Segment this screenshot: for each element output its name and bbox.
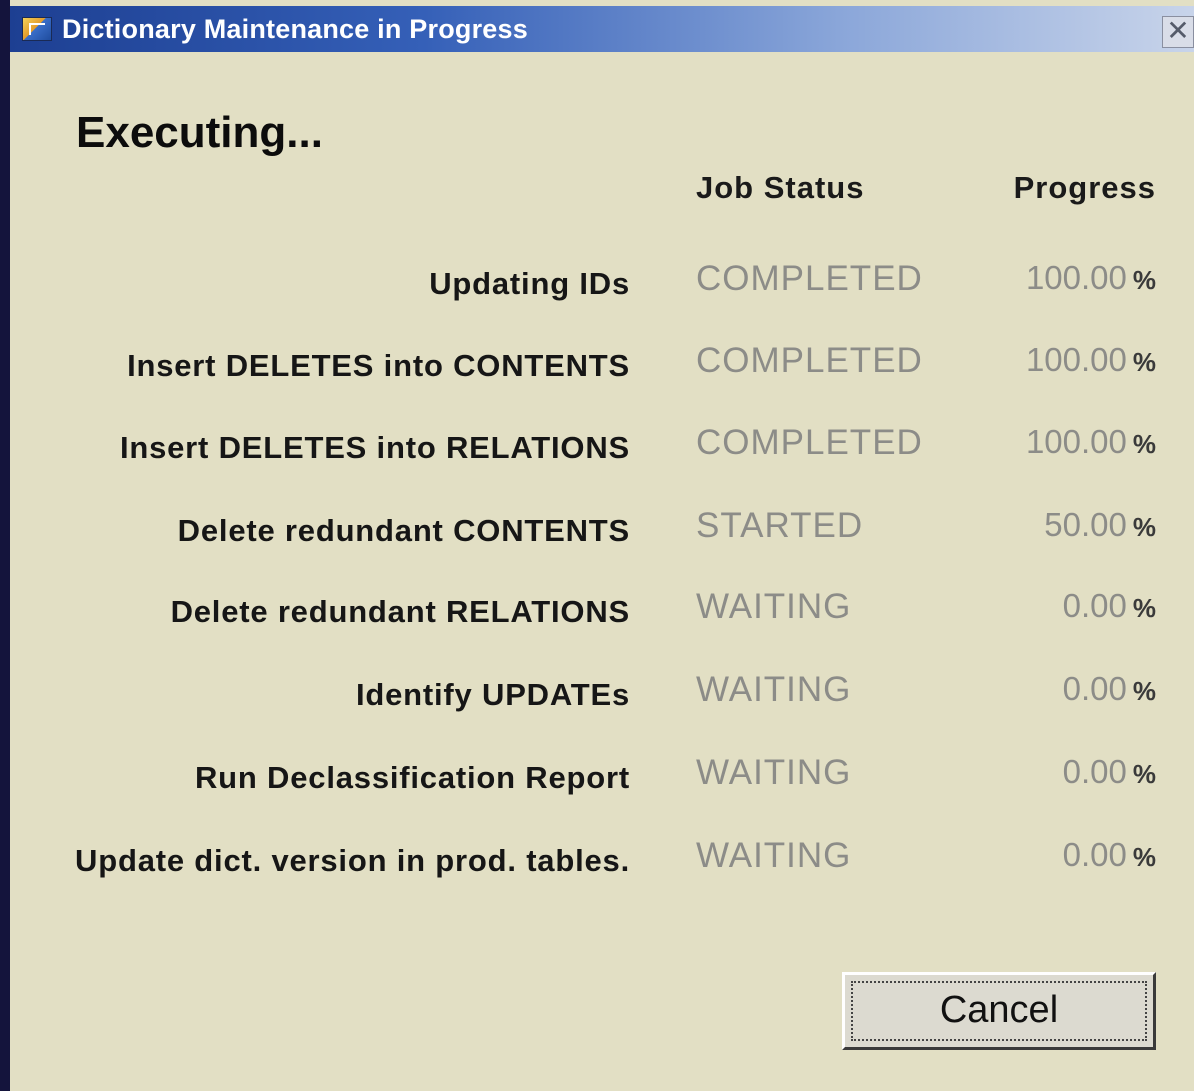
job-progress: 0.00% — [1063, 587, 1156, 625]
job-status: COMPLETED — [696, 423, 923, 462]
job-status: STARTED — [696, 506, 864, 545]
job-row: Identify UPDATEs WAITING 0.00% — [10, 670, 1194, 727]
job-progress-value: 0.00 — [1062, 587, 1127, 624]
job-progress-unit: % — [1132, 512, 1156, 542]
title-bar[interactable]: Dictionary Maintenance in Progress ✕ — [10, 6, 1194, 52]
job-status: WAITING — [696, 587, 852, 626]
cancel-button-label: Cancel — [939, 989, 1059, 1031]
job-status: WAITING — [696, 753, 852, 792]
job-progress-unit: % — [1132, 593, 1156, 623]
job-status: WAITING — [696, 836, 852, 875]
job-row: Run Declassification Report WAITING 0.00… — [10, 753, 1194, 810]
dialog-window: Dictionary Maintenance in Progress ✕ Exe… — [10, 0, 1194, 1091]
job-progress-value: 100.00 — [1025, 423, 1127, 460]
job-progress: 0.00% — [1063, 670, 1156, 708]
job-label: Delete redundant CONTENTS — [177, 513, 630, 548]
job-status-column-header: Job Status — [696, 170, 865, 205]
job-progress-value: 0.00 — [1062, 836, 1127, 873]
job-row: Updating IDs COMPLETED 100.00% — [10, 259, 1194, 316]
job-label: Insert DELETES into CONTENTS — [127, 348, 630, 383]
job-progress: 100.00% — [1026, 423, 1156, 461]
job-label: Updating IDs — [429, 266, 630, 301]
job-progress-value: 0.00 — [1062, 670, 1127, 707]
job-label: Update dict. version in prod. tables. — [75, 843, 630, 878]
dictionary-app-icon — [22, 17, 52, 41]
job-progress-unit: % — [1132, 759, 1156, 789]
job-progress-value: 100.00 — [1025, 341, 1127, 378]
job-label: Identify UPDATEs — [355, 677, 630, 712]
close-icon[interactable]: ✕ — [1162, 16, 1194, 48]
job-progress-unit: % — [1132, 842, 1156, 872]
window-title: Dictionary Maintenance in Progress — [62, 14, 528, 44]
job-label: Run Declassification Report — [194, 760, 630, 795]
job-row: Delete redundant RELATIONS WAITING 0.00% — [10, 587, 1194, 644]
job-progress: 100.00% — [1026, 341, 1156, 379]
job-progress-value: 100.00 — [1025, 259, 1127, 296]
job-label: Insert DELETES into RELATIONS — [119, 430, 630, 465]
job-label: Delete redundant RELATIONS — [170, 594, 630, 629]
cancel-button[interactable]: Cancel — [842, 972, 1156, 1050]
job-progress-unit: % — [1132, 676, 1156, 706]
job-row: Insert DELETES into CONTENTS COMPLETED 1… — [10, 341, 1194, 398]
job-status: COMPLETED — [696, 259, 923, 298]
job-progress: 0.00% — [1063, 836, 1156, 874]
job-progress-value: 0.00 — [1062, 753, 1127, 790]
job-progress: 50.00% — [1044, 506, 1156, 544]
executing-heading: Executing... — [76, 108, 323, 157]
job-status: WAITING — [696, 670, 852, 709]
job-progress-unit: % — [1132, 347, 1156, 377]
job-row: Update dict. version in prod. tables. WA… — [10, 836, 1194, 893]
job-progress: 100.00% — [1026, 259, 1156, 297]
job-status: COMPLETED — [696, 341, 923, 380]
progress-column-header: Progress — [1013, 170, 1156, 205]
job-progress-unit: % — [1132, 429, 1156, 459]
job-progress-unit: % — [1132, 265, 1156, 295]
job-progress: 0.00% — [1063, 753, 1156, 791]
job-row: Delete redundant CONTENTS STARTED 50.00% — [10, 506, 1194, 563]
job-row: Insert DELETES into RELATIONS COMPLETED … — [10, 423, 1194, 480]
job-progress-value: 50.00 — [1044, 506, 1127, 543]
